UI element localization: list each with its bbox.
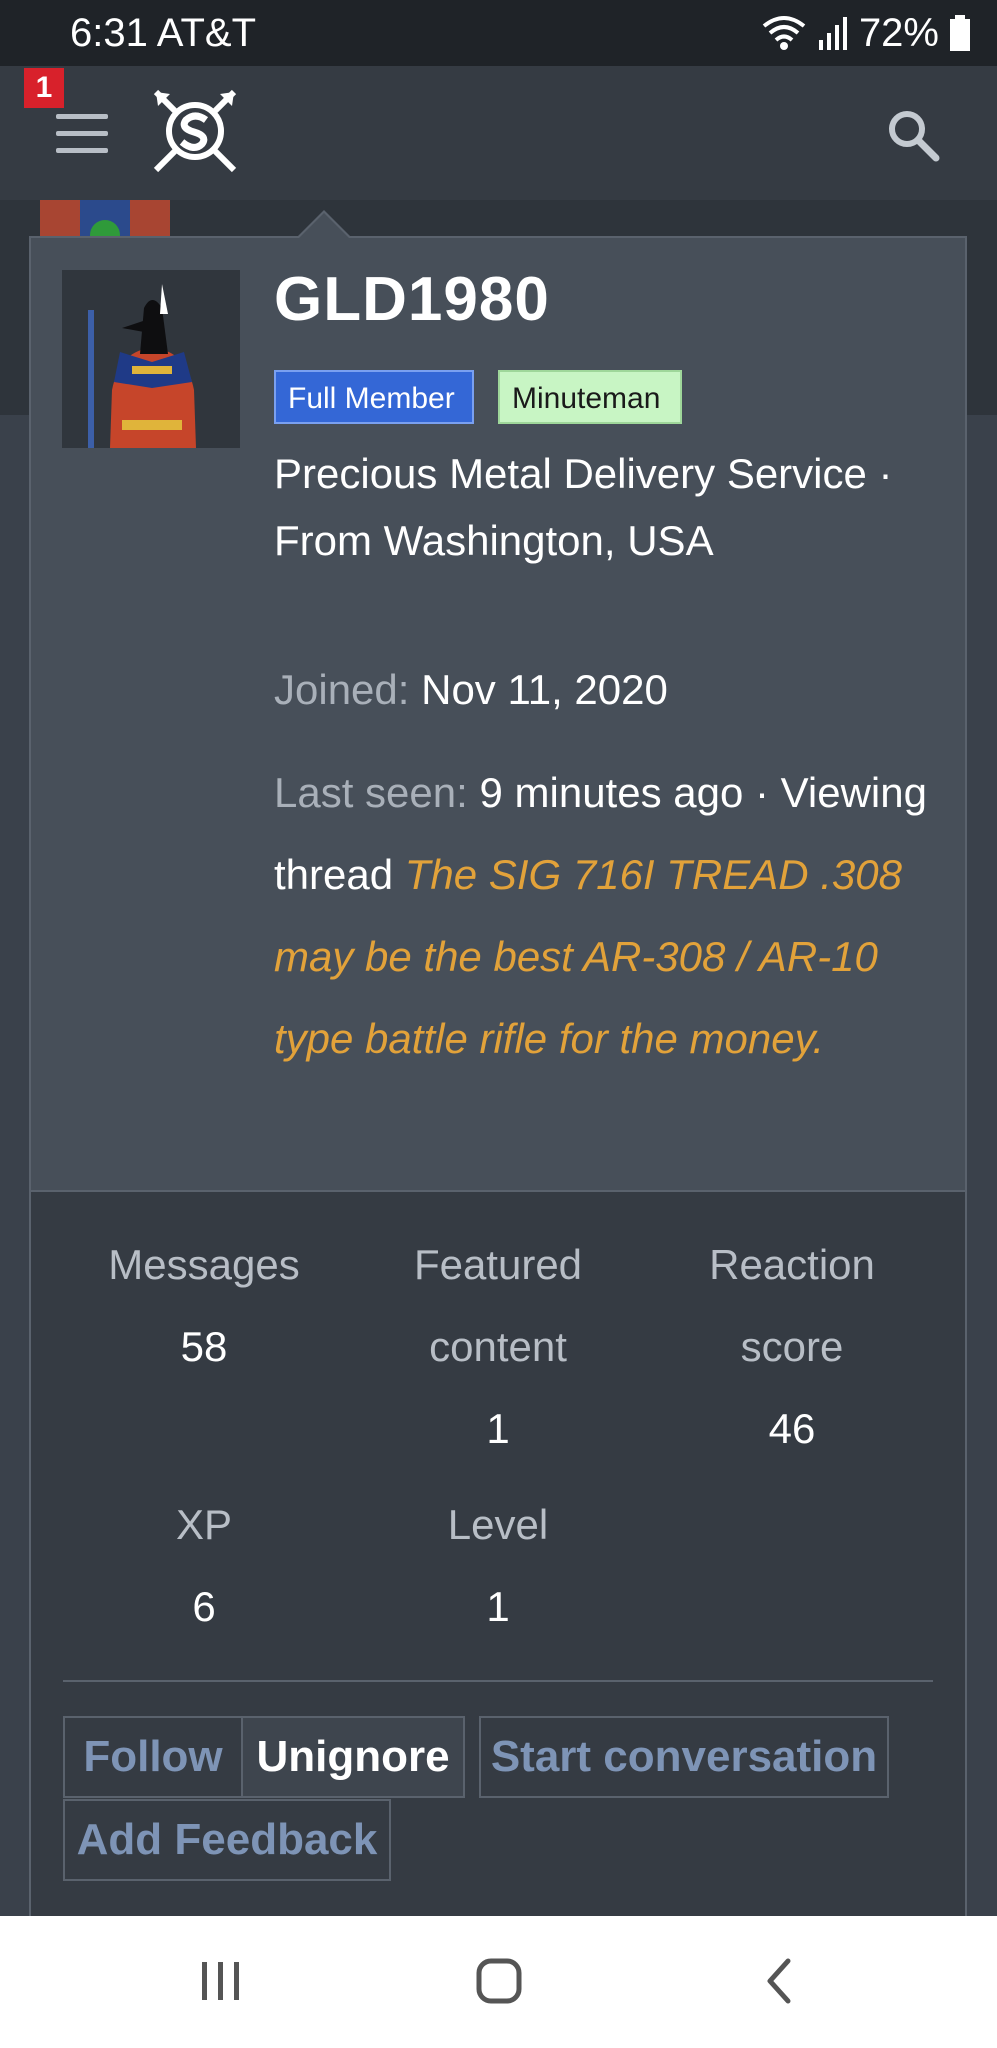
site-logo[interactable] — [148, 84, 242, 178]
back-icon[interactable] — [760, 1956, 800, 2006]
stat-value: 1 — [486, 1583, 510, 1630]
notification-badge[interactable]: 1 — [24, 68, 64, 108]
stat-label: XP — [175, 1501, 233, 1548]
home-icon[interactable] — [474, 1956, 524, 2006]
avatar[interactable] — [62, 270, 240, 448]
stat-value: 58 — [180, 1323, 228, 1370]
anubis-avatar-image — [62, 270, 240, 448]
username[interactable]: GLD1980 — [274, 262, 550, 338]
user-tag-minuteman: Minuteman — [498, 370, 682, 424]
stat-label: Messages — [108, 1241, 300, 1288]
stat-label: Level — [447, 1501, 549, 1548]
search-icon[interactable] — [886, 108, 940, 162]
system-navigation-bar — [0, 1916, 997, 2048]
stat-messages[interactable]: Messages 58 — [54, 1224, 354, 1388]
stat-value: 46 — [768, 1405, 816, 1452]
unignore-button[interactable]: Unignore — [241, 1716, 465, 1798]
stat-label: Featured content — [413, 1241, 583, 1370]
joined-row: Joined: Nov 11, 2020 — [274, 660, 668, 720]
stat-reaction-score[interactable]: Reaction score 46 — [642, 1224, 942, 1470]
hamburger-menu-icon[interactable] — [56, 114, 108, 154]
stat-value: 6 — [192, 1583, 216, 1630]
status-time-carrier: 6:31 AT&T — [70, 11, 257, 55]
stat-level[interactable]: Level 1 — [348, 1484, 648, 1648]
battery-percent: 72% — [858, 11, 939, 55]
user-tag-full-member: Full Member — [274, 370, 474, 424]
stat-xp[interactable]: XP 6 — [54, 1484, 354, 1648]
last-seen-value: 9 minutes ago · — [479, 769, 769, 816]
battery-icon — [950, 15, 970, 51]
stat-featured-content[interactable]: Featured content 1 — [348, 1224, 648, 1470]
status-bar: 6:31 AT&T 72% — [0, 0, 997, 66]
joined-date: Nov 11, 2020 — [421, 666, 668, 713]
user-title-location: Precious Metal Delivery Service · From W… — [274, 450, 893, 564]
stat-label: Reaction score — [709, 1241, 875, 1370]
stat-value: 1 — [486, 1405, 510, 1452]
site-header: 1 — [0, 66, 997, 200]
last-seen-row: Last seen: 9 minutes ago · Viewing threa… — [274, 752, 934, 1080]
joined-label: Joined: — [274, 666, 410, 713]
signal-icon — [818, 17, 847, 50]
recent-apps-icon[interactable] — [198, 1958, 244, 2004]
background-avatar — [40, 200, 170, 238]
wifi-icon — [762, 16, 806, 50]
last-seen-label: Last seen: — [274, 769, 468, 816]
divider — [63, 1680, 933, 1682]
add-feedback-button[interactable]: Add Feedback — [63, 1799, 391, 1881]
follow-button[interactable]: Follow — [63, 1716, 243, 1798]
start-conversation-button[interactable]: Start conversation — [479, 1716, 889, 1798]
